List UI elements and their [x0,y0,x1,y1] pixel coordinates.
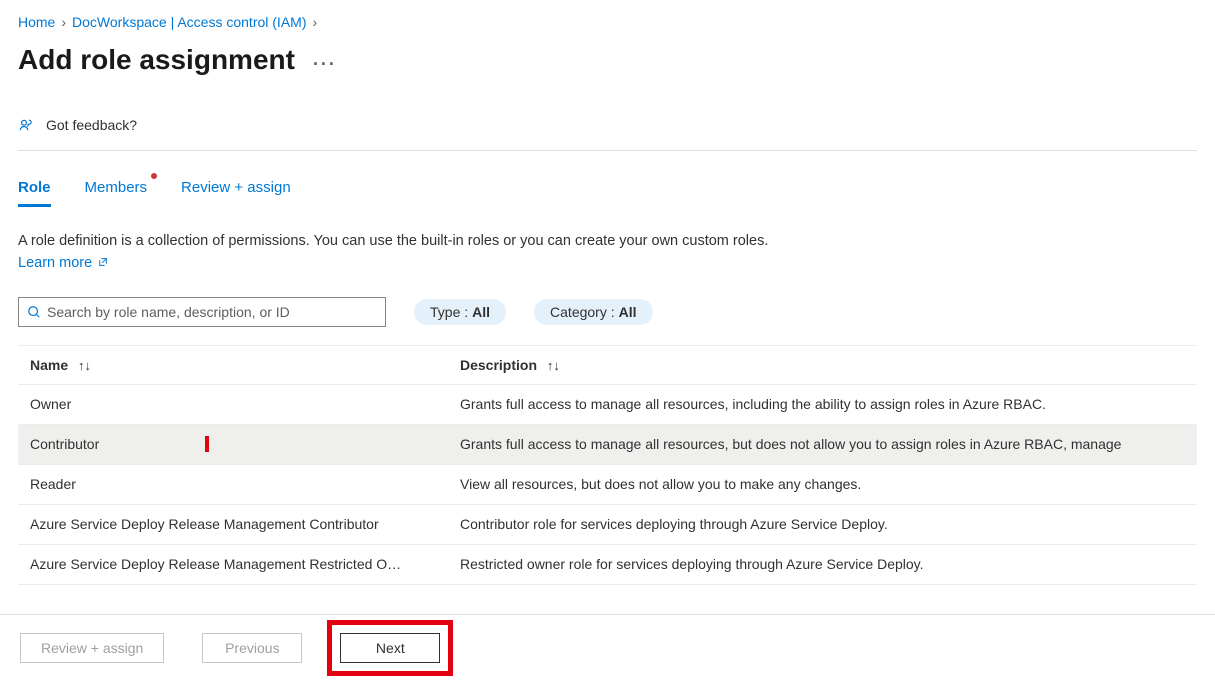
more-actions-icon[interactable]: ··· [313,54,337,75]
feedback-icon [18,116,36,134]
breadcrumb-workspace[interactable]: DocWorkspace | Access control (IAM) [72,14,306,30]
filter-category-label: Category : [550,304,615,320]
tabs: Role Members Review + assign [18,179,1197,207]
wizard-footer: Review + assign Previous Next [0,614,1215,681]
role-search-input[interactable] [47,304,377,320]
review-assign-button[interactable]: Review + assign [20,633,164,663]
role-name-cell: Azure Service Deploy Release Management … [30,556,460,572]
learn-more-link[interactable]: Learn more [18,255,108,271]
role-search-box[interactable] [18,297,386,327]
column-header-description-label: Description [460,357,537,373]
page-title-text: Add role assignment [18,44,295,76]
alert-dot-icon [151,173,157,179]
filter-type-label: Type : [430,304,468,320]
search-icon [27,305,41,319]
filter-type-pill[interactable]: Type : All [414,299,506,325]
filter-category-value: All [619,304,637,320]
role-name-cell: Azure Service Deploy Release Management … [30,516,460,532]
filter-category-pill[interactable]: Category : All [534,299,652,325]
role-description-cell: Grants full access to manage all resourc… [460,436,1197,452]
table-row[interactable]: Azure Service Deploy Release Management … [18,545,1197,585]
next-button[interactable]: Next [340,633,440,663]
role-name-cell: Reader [30,476,460,492]
tab-review-assign[interactable]: Review + assign [181,179,291,207]
column-header-name[interactable]: Name ↑↓ [30,357,460,373]
breadcrumb: Home › DocWorkspace | Access control (IA… [18,14,1197,30]
role-description-cell: View all resources, but does not allow y… [460,476,1197,492]
column-header-description[interactable]: Description ↑↓ [460,357,1197,373]
feedback-label: Got feedback? [46,117,137,133]
role-name-text: Owner [30,396,71,412]
role-name-text: Azure Service Deploy Release Management … [30,516,379,532]
sort-icon: ↑↓ [78,358,91,373]
role-name-cell: Contributor [30,436,460,452]
tab-role[interactable]: Role [18,179,51,207]
table-row[interactable]: Reader View all resources, but does not a… [18,465,1197,505]
page-title: Add role assignment ··· [18,44,1197,76]
role-name-text: Reader [30,476,76,492]
role-description-cell: Contributor role for services deploying … [460,516,1197,532]
role-name-cell: Owner [30,396,460,412]
table-row[interactable]: Azure Service Deploy Release Management … [18,505,1197,545]
feedback-link[interactable]: Got feedback? [18,116,1197,151]
table-header-row: Name ↑↓ Description ↑↓ [18,345,1197,385]
external-link-icon [98,257,108,267]
filter-type-value: All [472,304,490,320]
table-row[interactable]: Owner Grants full access to manage all re… [18,385,1197,425]
role-name-text: Contributor [30,436,207,452]
sort-icon: ↑↓ [547,358,560,373]
table-row[interactable]: Contributor Grants full access to manage … [18,425,1197,465]
learn-more-label: Learn more [18,255,92,271]
role-description-cell: Restricted owner role for services deplo… [460,556,1197,572]
role-description-cell: Grants full access to manage all resourc… [460,396,1197,412]
previous-button[interactable]: Previous [202,633,302,663]
role-name-text: Azure Service Deploy Release Management … [30,556,401,572]
breadcrumb-home[interactable]: Home [18,14,55,30]
chevron-right-icon: › [59,14,68,30]
tab-members-label: Members [85,179,148,196]
roles-table: Name ↑↓ Description ↑↓ Owner Grants full … [18,345,1197,585]
role-description-body: A role definition is a collection of per… [18,233,768,249]
chevron-right-icon: › [310,14,319,30]
tab-members[interactable]: Members [85,179,148,207]
role-description-text: A role definition is a collection of per… [18,231,798,275]
column-header-name-label: Name [30,357,68,373]
